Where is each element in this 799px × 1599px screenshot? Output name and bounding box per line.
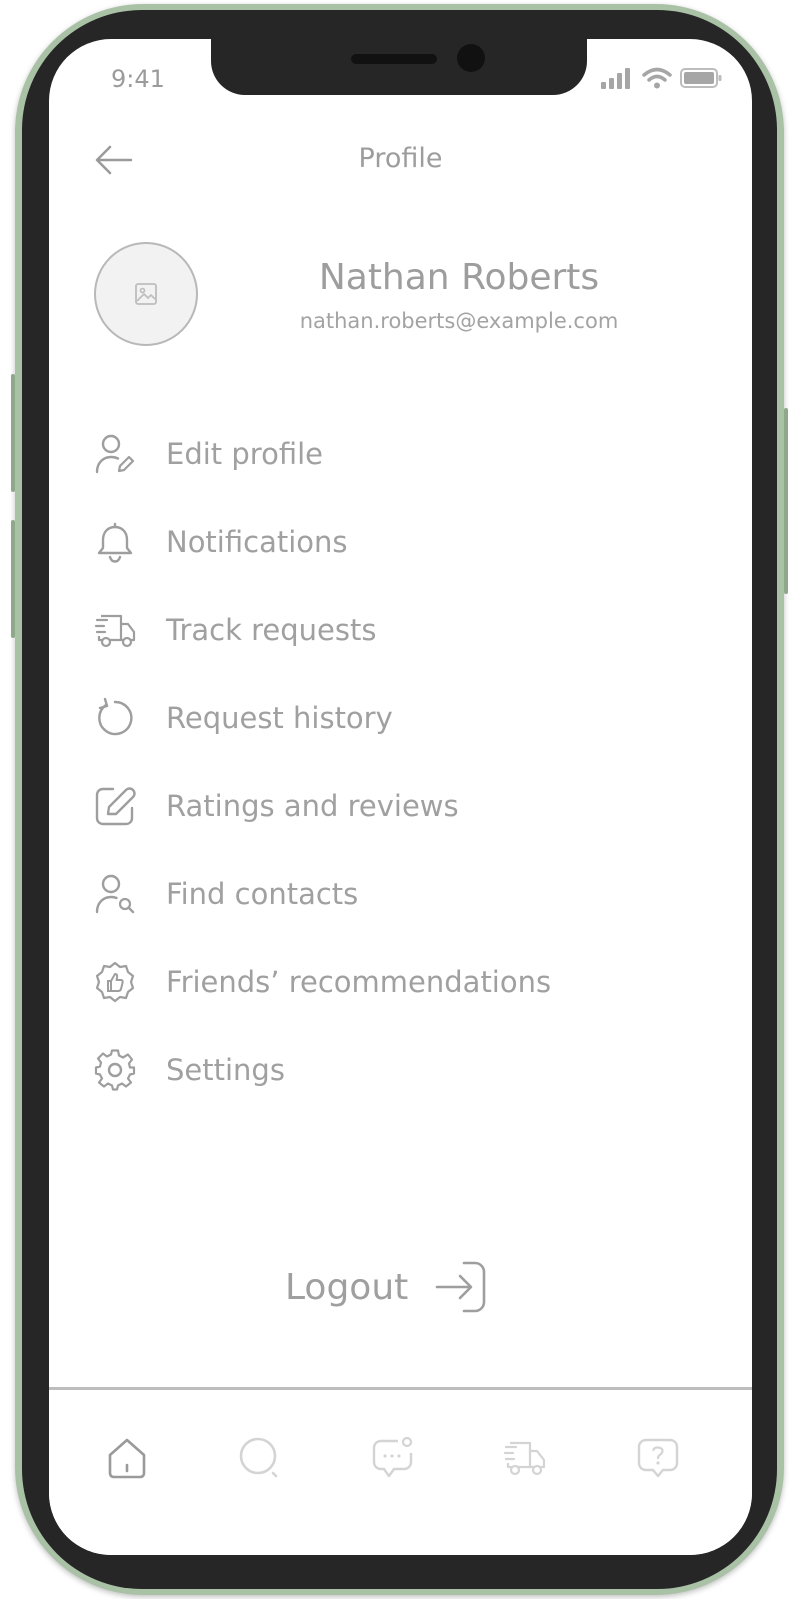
- chat-icon: [372, 1436, 413, 1478]
- help-icon: [637, 1438, 679, 1478]
- page-title: Profile: [358, 143, 443, 174]
- menu-item-track-requests[interactable]: Track requests: [93, 600, 653, 660]
- login-arrow-icon: [435, 1261, 486, 1313]
- menu-item-label: Notifications: [166, 525, 348, 559]
- gear-icon: [94, 1049, 136, 1091]
- tab-messages[interactable]: [369, 1434, 417, 1482]
- volume-up-button: [11, 374, 15, 492]
- user-search-icon: [95, 874, 135, 914]
- menu-item-label: Settings: [166, 1053, 285, 1087]
- status-time: 9:41: [111, 65, 165, 93]
- truck-icon: [503, 1441, 546, 1476]
- logout-button[interactable]: Logout: [285, 1257, 488, 1317]
- power-button: [784, 408, 788, 594]
- speaker: [351, 54, 437, 64]
- thumbs-up-badge-icon: [95, 961, 135, 1003]
- front-camera: [457, 44, 485, 72]
- menu-item-friends-recommendations[interactable]: Friends’ recommendations: [93, 952, 653, 1012]
- tab-search[interactable]: [236, 1434, 284, 1482]
- menu-item-notifications[interactable]: Notifications: [93, 512, 653, 572]
- menu-item-label: Ratings and reviews: [166, 789, 459, 823]
- menu-item-settings[interactable]: Settings: [93, 1040, 653, 1100]
- tab-home[interactable]: [103, 1434, 151, 1482]
- signal-icon: [601, 68, 630, 89]
- screen: 9:41 Profile Nathan Roberts nathan.rober…: [49, 39, 752, 1555]
- avatar[interactable]: [94, 242, 198, 346]
- user-edit-icon: [95, 434, 135, 474]
- wifi-icon: [642, 67, 672, 89]
- user-name: Nathan Roberts: [318, 257, 600, 298]
- menu-item-label: Find contacts: [166, 877, 359, 911]
- volume-down-button: [11, 520, 15, 638]
- truck-icon: [94, 614, 136, 648]
- image-placeholder-icon: [135, 283, 157, 305]
- header: Profile: [49, 135, 752, 185]
- menu-item-label: Request history: [166, 701, 393, 735]
- bell-icon: [97, 522, 133, 563]
- tab-delivery[interactable]: [501, 1434, 549, 1482]
- edit-square-icon: [95, 787, 136, 826]
- logout-label: Logout: [285, 1266, 409, 1308]
- menu-item-find-contacts[interactable]: Find contacts: [93, 864, 653, 924]
- menu-item-label: Friends’ recommendations: [166, 965, 552, 999]
- tab-help[interactable]: [634, 1434, 682, 1482]
- menu-item-request-history[interactable]: Request history: [93, 688, 653, 748]
- menu-item-label: Edit profile: [166, 437, 323, 471]
- user-email: nathan.roberts@example.com: [299, 309, 619, 333]
- menu-item-edit-profile[interactable]: Edit profile: [93, 424, 653, 484]
- home-icon: [108, 1438, 146, 1479]
- battery-icon: [680, 68, 722, 88]
- menu-item-label: Track requests: [166, 613, 377, 647]
- status-icons: [600, 67, 722, 89]
- history-icon: [98, 697, 133, 736]
- menu-item-ratings-and-reviews[interactable]: Ratings and reviews: [93, 776, 653, 836]
- search-icon: [239, 1437, 278, 1478]
- tab-bar: [49, 1387, 752, 1555]
- notch: [211, 39, 587, 95]
